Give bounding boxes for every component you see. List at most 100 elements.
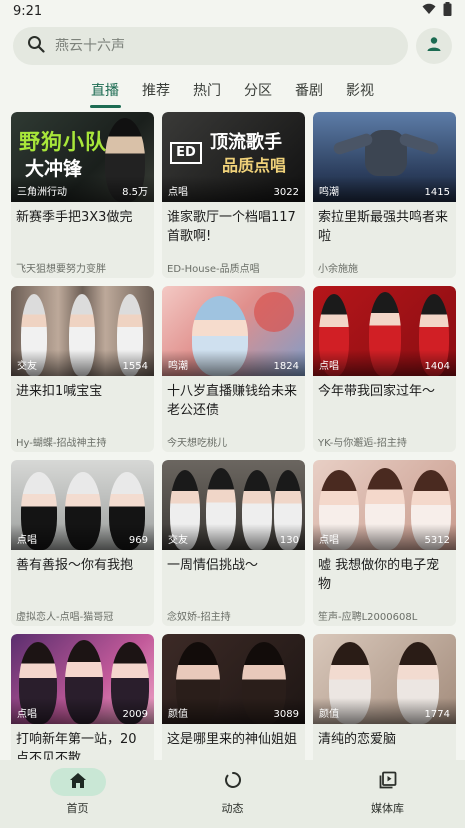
status-icons	[422, 2, 452, 20]
category-tabs: 直播 推荐 热门 分区 番剧 影视	[0, 72, 465, 108]
search-icon[interactable]	[27, 35, 45, 57]
online-count: 130	[279, 535, 299, 546]
thumbnail-caption-line-2: 品质点唱	[222, 156, 287, 175]
area-tag: 三角洲行动	[17, 187, 67, 198]
room-thumbnail: 颜值 3089	[162, 634, 305, 724]
room-thumbnail: 交友 130	[162, 460, 305, 550]
battery-icon	[443, 2, 452, 20]
wifi-icon	[422, 3, 436, 19]
live-room-card[interactable]: 野狗小队 大冲锋 三角洲行动 8.5万 新赛季手把3X3做完 飞天狙想要努力变胖	[11, 112, 154, 278]
room-title: 进来扣1喊宝宝	[16, 384, 103, 399]
online-count: 3089	[273, 709, 299, 720]
room-title: 十八岁直播赚钱给未来老公还债	[167, 384, 298, 418]
online-count: 2009	[122, 709, 148, 720]
tab-hot[interactable]: 热门	[182, 72, 233, 106]
streamer-name: 小余施施	[318, 264, 358, 275]
tab-live[interactable]: 直播	[80, 72, 131, 108]
live-room-card[interactable]: 鸣潮 1824 十八岁直播赚钱给未来老公还债 今天想吃桃儿	[162, 286, 305, 452]
tab-bangumi[interactable]: 番剧	[284, 72, 335, 106]
search-bar[interactable]	[13, 27, 408, 65]
room-thumbnail: 野狗小队 大冲锋 三角洲行动 8.5万	[11, 112, 154, 202]
online-count: 1404	[424, 361, 450, 372]
streamer-name: YK-与你邂逅-招主持	[318, 438, 407, 449]
room-title: 新赛季手把3X3做完	[16, 210, 133, 225]
area-tag: 鸣潮	[319, 187, 339, 198]
live-room-card[interactable]: ED 顶流歌手 品质点唱 点唱 3022 谁家歌厅一个档唱117首歌啊! ED-…	[162, 112, 305, 278]
tab-zones[interactable]: 分区	[233, 72, 284, 106]
online-count: 3022	[273, 187, 299, 198]
room-thumbnail: 点唱 5312	[313, 460, 456, 550]
status-bar: 9:21	[0, 0, 465, 22]
room-thumbnail: 点唱 2009	[11, 634, 154, 724]
room-thumbnail: 鸣潮 1824	[162, 286, 305, 376]
streamer-name: 笙声-应聘L2000608L	[318, 612, 418, 623]
streamer-name: 今天想吃桃儿	[167, 438, 227, 449]
online-count: 1554	[122, 361, 148, 372]
tab-recommend[interactable]: 推荐	[131, 72, 182, 106]
live-room-card[interactable]: 点唱 5312 嘘 我想做你的电子宠物 笙声-应聘L2000608L	[313, 460, 456, 626]
room-thumbnail: ED 顶流歌手 品质点唱 点唱 3022	[162, 112, 305, 202]
live-room-card[interactable]: 点唱 1404 今年带我回家过年～ YK-与你邂逅-招主持	[313, 286, 456, 452]
dynamic-icon	[224, 771, 242, 793]
person-icon	[426, 36, 442, 56]
live-room-card[interactable]: 点唱 2009 打响新年第一站，20点不见不散	[11, 634, 154, 760]
room-title: 清纯的恋爱脑	[318, 732, 397, 747]
nav-dynamic[interactable]: 动态	[155, 760, 310, 828]
room-title: 今年带我回家过年～	[318, 384, 436, 399]
live-room-card[interactable]: 点唱 969 善有善报～你有我抱 虚拟恋人-点唱-猫哥冠	[11, 460, 154, 626]
room-title: 这是哪里来的神仙姐姐	[167, 732, 298, 747]
profile-button[interactable]	[416, 28, 452, 64]
status-time: 9:21	[13, 3, 43, 19]
area-tag: 颜值	[168, 709, 188, 720]
area-tag: 点唱	[17, 535, 37, 546]
thumbnail-caption-line-1: 野狗小队	[19, 130, 107, 154]
online-count: 8.5万	[122, 187, 148, 198]
area-tag: 点唱	[168, 187, 188, 198]
room-title: 一周情侣挑战～	[167, 558, 259, 573]
nav-dynamic-label: 动态	[221, 802, 244, 815]
room-title: 善有善报～你有我抱	[16, 558, 134, 573]
room-title: 索拉里斯最强共鸣者来啦	[318, 210, 449, 244]
live-room-card[interactable]: 颜值 3089 这是哪里来的神仙姐姐	[162, 634, 305, 760]
streamer-name: 飞天狙想要努力变胖	[16, 264, 106, 275]
online-count: 1824	[273, 361, 299, 372]
streamer-name: 虚拟恋人-点唱-猫哥冠	[16, 612, 114, 623]
area-tag: 颜值	[319, 709, 339, 720]
live-room-card[interactable]: 交友 1554 进来扣1喊宝宝 Hy-蝴蝶-招战神主持	[11, 286, 154, 452]
tab-movies[interactable]: 影视	[335, 72, 386, 106]
room-thumbnail: 鸣潮 1415	[313, 112, 456, 202]
online-count: 969	[128, 535, 148, 546]
area-tag: 点唱	[17, 709, 37, 720]
live-room-card[interactable]: 交友 130 一周情侣挑战～ 念奴娇-招主持	[162, 460, 305, 626]
room-thumbnail: 点唱 969	[11, 460, 154, 550]
room-thumbnail: 交友 1554	[11, 286, 154, 376]
area-tag: 交友	[17, 361, 37, 372]
area-tag: 点唱	[319, 361, 339, 372]
nav-home[interactable]: 首页	[0, 760, 155, 828]
room-title: 谁家歌厅一个档唱117首歌啊!	[167, 210, 296, 244]
streamer-name: ED-House-品质点唱	[167, 264, 260, 275]
nav-home-label: 首页	[66, 802, 89, 815]
home-icon	[69, 772, 87, 793]
media-library-icon	[379, 771, 397, 793]
bottom-navigation: 首页 动态 媒体库	[0, 760, 465, 828]
thumbnail-logo: ED	[170, 142, 202, 164]
online-count: 1415	[424, 187, 450, 198]
online-count: 1774	[424, 709, 450, 720]
room-title: 嘘 我想做你的电子宠物	[318, 558, 440, 592]
nav-media-library-label: 媒体库	[371, 802, 404, 815]
live-room-grid: 野狗小队 大冲锋 三角洲行动 8.5万 新赛季手把3X3做完 飞天狙想要努力变胖…	[11, 112, 456, 760]
area-tag: 鸣潮	[168, 361, 188, 372]
streamer-name: 念奴娇-招主持	[167, 612, 231, 623]
app-root: 9:21 直播 推荐 热门 分区 番剧 影视	[0, 0, 465, 828]
online-count: 5312	[424, 535, 450, 546]
nav-media-library[interactable]: 媒体库	[310, 760, 465, 828]
room-thumbnail: 点唱 1404	[313, 286, 456, 376]
live-room-card[interactable]: 鸣潮 1415 索拉里斯最强共鸣者来啦 小余施施	[313, 112, 456, 278]
live-room-card[interactable]: 颜值 1774 清纯的恋爱脑	[313, 634, 456, 760]
search-row	[13, 26, 452, 66]
streamer-name: Hy-蝴蝶-招战神主持	[16, 438, 107, 449]
search-input[interactable]	[55, 38, 355, 54]
area-tag: 点唱	[319, 535, 339, 546]
area-tag: 交友	[168, 535, 188, 546]
